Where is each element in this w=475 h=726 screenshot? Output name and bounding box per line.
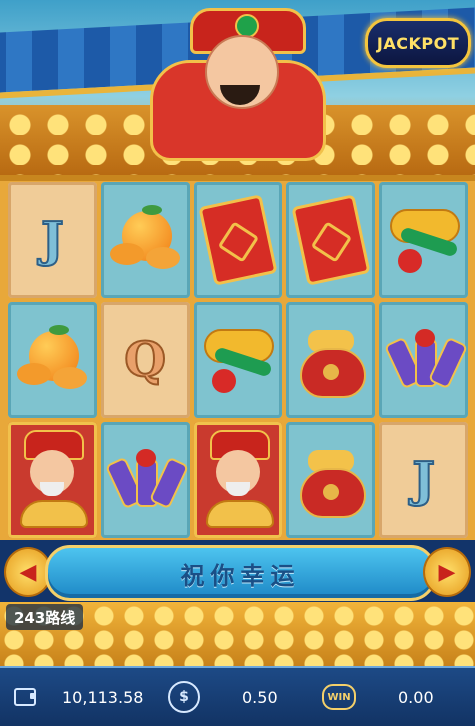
bet-value: 0.50 bbox=[242, 687, 278, 707]
reel-cell bbox=[8, 422, 97, 538]
j-symbol-icon: J bbox=[40, 211, 65, 269]
fortune-god-symbol-icon bbox=[198, 430, 278, 530]
firecrackers-symbol-icon bbox=[383, 329, 468, 391]
reel-cell bbox=[100, 422, 190, 538]
orange-symbol-icon bbox=[110, 205, 181, 275]
reel-cell: Q bbox=[100, 302, 190, 418]
win-icon: WIN bbox=[322, 684, 356, 710]
right-arrow-button[interactable]: ▶ bbox=[423, 547, 471, 597]
orange-symbol-icon bbox=[17, 325, 88, 395]
reel-grid: J Q J bbox=[8, 182, 468, 538]
reel-cell: J bbox=[8, 182, 97, 298]
red-envelope-symbol-icon bbox=[291, 194, 371, 286]
ruyi-symbol-icon bbox=[384, 205, 464, 275]
reel-cell bbox=[193, 422, 283, 538]
wallet-icon bbox=[14, 688, 36, 706]
jackpot-button[interactable]: JACKPOT bbox=[365, 18, 471, 68]
banner-text: 祝你幸运 bbox=[180, 561, 301, 590]
q-symbol-icon: Q bbox=[123, 331, 167, 389]
reel-cell bbox=[286, 422, 376, 538]
balance-group[interactable]: 10,113.58 bbox=[14, 668, 143, 726]
balance-value: 10,113.58 bbox=[62, 687, 144, 707]
reel-cell bbox=[286, 302, 376, 418]
luck-banner: 祝你幸运 bbox=[45, 545, 436, 601]
bet-group[interactable]: $ 0.50 bbox=[168, 668, 278, 726]
red-envelope-symbol-icon bbox=[198, 194, 278, 286]
slot-game: JACKPOT JQJ ◀ 祝你幸运 ▶ 243路线 10,113.58 $ 0… bbox=[0, 0, 475, 726]
win-value: 0.00 bbox=[398, 687, 434, 707]
ruyi-symbol-icon bbox=[198, 325, 278, 395]
j-symbol-icon: J bbox=[411, 451, 436, 509]
win-group: WIN 0.00 bbox=[322, 668, 434, 726]
reel-cell bbox=[193, 182, 283, 298]
reel-cell bbox=[100, 182, 190, 298]
money-bag-symbol-icon bbox=[296, 446, 366, 518]
bet-coin-icon[interactable]: $ bbox=[168, 681, 200, 713]
reel-cell bbox=[379, 182, 468, 298]
reel-cell bbox=[8, 302, 97, 418]
ways-label: 243路线 bbox=[6, 604, 84, 630]
reel-cell bbox=[379, 302, 468, 418]
bottom-bar: 10,113.58 $ 0.50 WIN 0.00 bbox=[0, 666, 475, 726]
reel-cell: J bbox=[379, 422, 468, 538]
firecrackers-symbol-icon bbox=[105, 449, 190, 511]
reel-cell bbox=[193, 302, 283, 418]
money-bag-symbol-icon bbox=[296, 326, 366, 398]
fortune-god-mascot bbox=[120, 0, 350, 161]
fortune-god-symbol-icon bbox=[12, 430, 92, 530]
reel-cell bbox=[286, 182, 376, 298]
